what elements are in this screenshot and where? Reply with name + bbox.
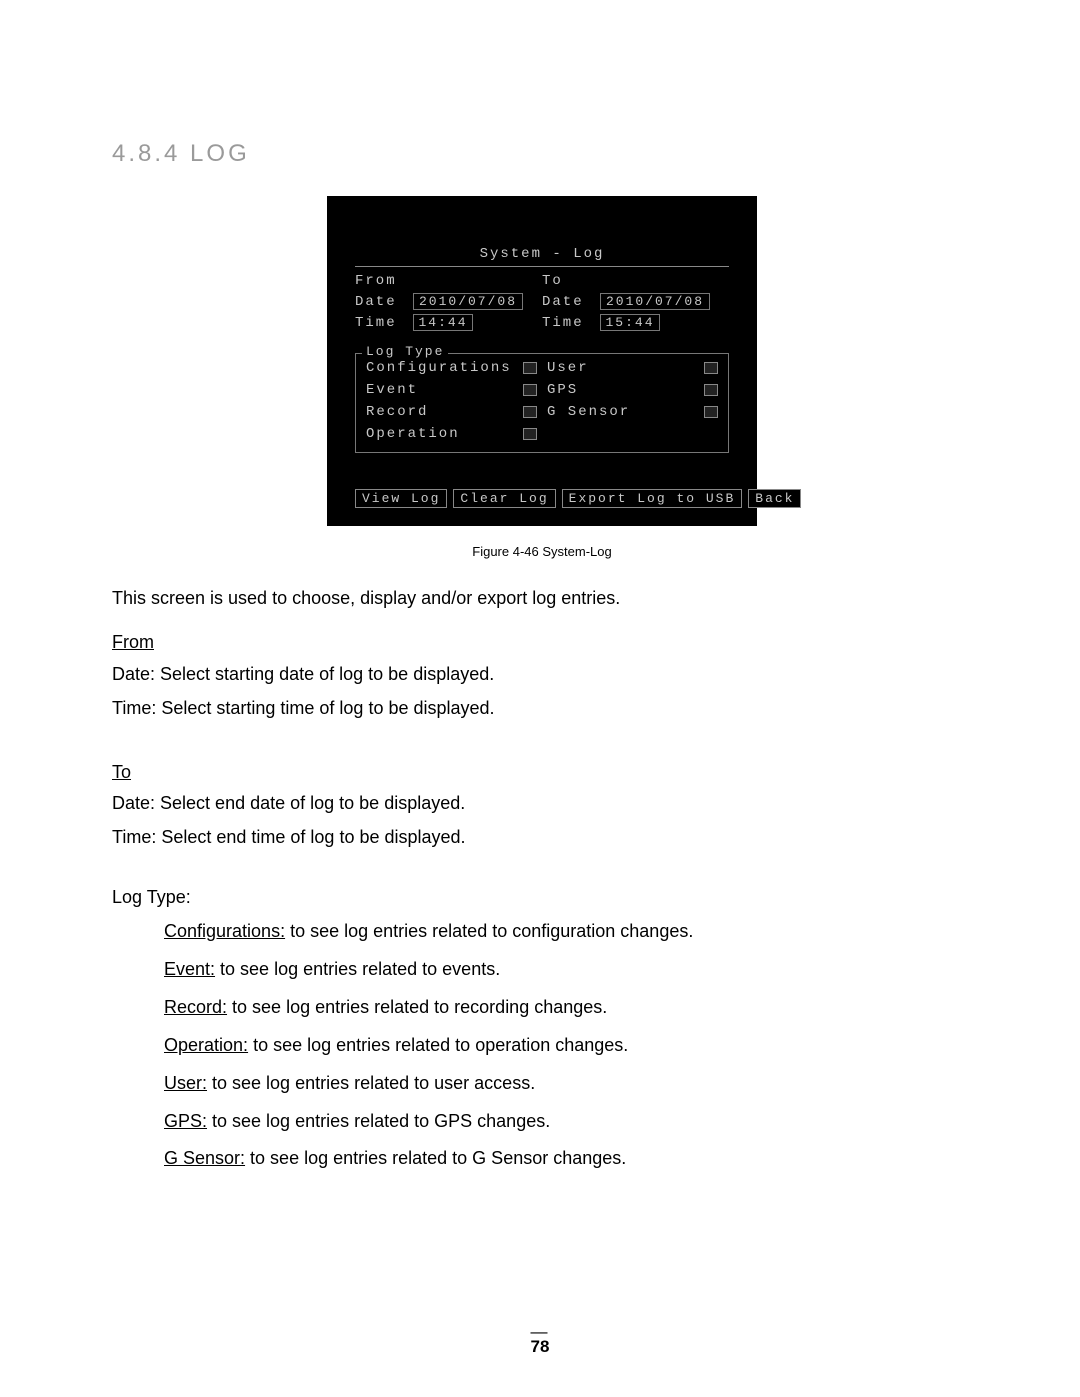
logtype-operation-checkbox[interactable] [523,428,537,440]
logtype-gsensor-label: G Sensor [547,404,630,420]
screenshot-title: System - Log [355,246,729,267]
logtype-event-label: Event [366,382,418,398]
logtype-operation-label: Operation [366,426,460,442]
to-heading: To [112,759,131,787]
logtype-gps-checkbox[interactable] [704,384,718,396]
logtype-record-checkbox[interactable] [523,406,537,418]
back-button[interactable]: Back [748,489,801,508]
from-time-label: Time [355,315,397,331]
from-date-def: Date: Select starting date of log to be … [112,661,972,689]
logtype-configurations-def: Configurations: to see log entries relat… [164,918,972,946]
logtype-user-label: User [547,360,589,376]
logtype-user-checkbox[interactable] [704,362,718,374]
logtype-user-def: User: to see log entries related to user… [164,1070,972,1098]
logtype-event-checkbox[interactable] [523,384,537,396]
logtype-operation-def: Operation: to see log entries related to… [164,1032,972,1060]
log-type-group: Log Type Configurations User Event GPS R… [355,353,729,453]
logtype-event-def: Event: to see log entries related to eve… [164,956,972,984]
clear-log-button[interactable]: Clear Log [453,489,555,508]
logtype-configurations-label: Configurations [366,360,512,376]
section-heading: 4.8.4 LOG [112,140,972,168]
to-date-def: Date: Select end date of log to be displ… [112,790,972,818]
log-type-legend: Log Type [362,344,448,359]
export-log-button[interactable]: Export Log to USB [562,489,743,508]
logtype-gps-def: GPS: to see log entries related to GPS c… [164,1108,972,1136]
to-time-def: Time: Select end time of log to be displ… [112,824,972,852]
to-time-label: Time [542,315,584,331]
logtype-record-label: Record [366,404,428,420]
logtype-configurations-checkbox[interactable] [523,362,537,374]
figure-caption: Figure 4-46 System-Log [112,544,972,559]
from-heading: From [112,629,154,657]
page-number: — 78 [0,1327,1080,1357]
logtype-gps-label: GPS [547,382,578,398]
from-label: From [355,273,397,289]
from-date-field[interactable]: 2010/07/08 [413,293,523,310]
intro-text: This screen is used to choose, display a… [112,585,972,613]
to-date-field[interactable]: 2010/07/08 [600,293,710,310]
from-time-def: Time: Select starting time of log to be … [112,695,972,723]
logtype-record-def: Record: to see log entries related to re… [164,994,972,1022]
to-label: To [542,273,563,289]
logtype-heading: Log Type: [112,884,972,912]
to-date-label: Date [542,294,584,310]
logtype-gsensor-def: G Sensor: to see log entries related to … [164,1145,972,1173]
view-log-button[interactable]: View Log [355,489,447,508]
to-time-field[interactable]: 15:44 [600,314,660,331]
from-time-field[interactable]: 14:44 [413,314,473,331]
logtype-gsensor-checkbox[interactable] [704,406,718,418]
from-date-label: Date [355,294,397,310]
system-log-screenshot: System - Log From Date 2010/07/08 Time 1… [327,196,757,526]
